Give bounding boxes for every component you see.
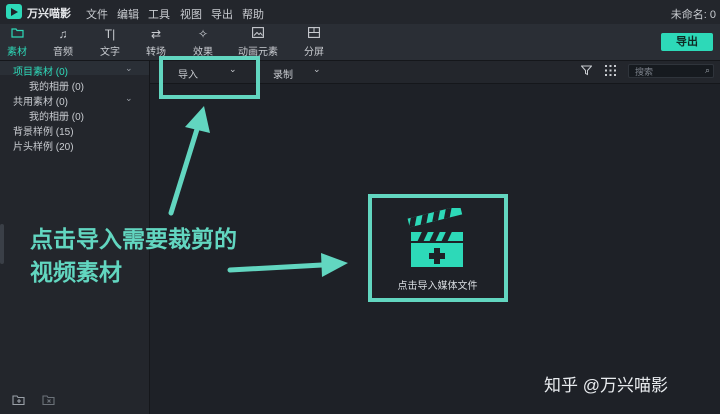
- annotation-line-2: 视频素材: [30, 259, 122, 285]
- arrow-to-import-area: [227, 253, 348, 277]
- arrow-to-import-button: [168, 106, 210, 216]
- annotation-arrows: [168, 106, 348, 277]
- annotation-line-1: 点击导入需要裁剪的: [30, 226, 237, 252]
- watermark: 知乎 @万兴喵影: [544, 376, 668, 395]
- annotation-text: 点击导入需要裁剪的 视频素材: [30, 223, 237, 289]
